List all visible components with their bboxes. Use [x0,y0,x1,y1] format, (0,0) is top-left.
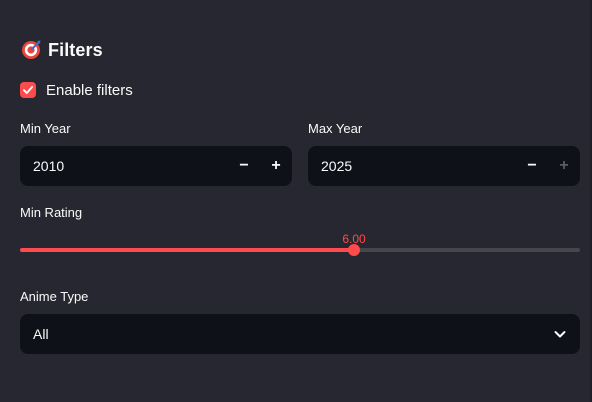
max-year-value[interactable]: 2025 [308,158,516,174]
anime-type-selected: All [33,326,49,342]
min-rating-label: Min Rating [20,205,83,220]
anime-type-select[interactable]: All [20,314,580,354]
max-year-label: Max Year [308,121,363,136]
target-icon [20,39,42,61]
slider-thumb[interactable] [348,244,360,256]
anime-type-label: Anime Type [20,289,89,304]
max-year-increment-button[interactable]: + [548,146,580,186]
filters-title: Filters [48,39,103,60]
enable-filters-label: Enable filters [46,81,133,99]
min-year-label: Min Year [20,121,71,136]
filters-header: Filters [20,36,103,64]
max-year-decrement-button[interactable]: − [516,146,548,186]
min-year-value[interactable]: 2010 [20,158,228,174]
slider-fill [20,248,354,252]
checkbox-checked-icon[interactable] [20,82,36,98]
min-rating-slider[interactable]: 6.00 [20,232,580,268]
max-year-input[interactable]: 2025 − + [308,146,580,186]
chevron-down-icon[interactable] [540,314,580,354]
enable-filters-checkbox[interactable]: Enable filters [20,79,133,101]
min-year-increment-button[interactable]: + [260,146,292,186]
min-year-decrement-button[interactable]: − [228,146,260,186]
min-year-input[interactable]: 2010 − + [20,146,292,186]
filters-panel: Filters Enable filters Min Year 2010 − +… [20,0,580,402]
